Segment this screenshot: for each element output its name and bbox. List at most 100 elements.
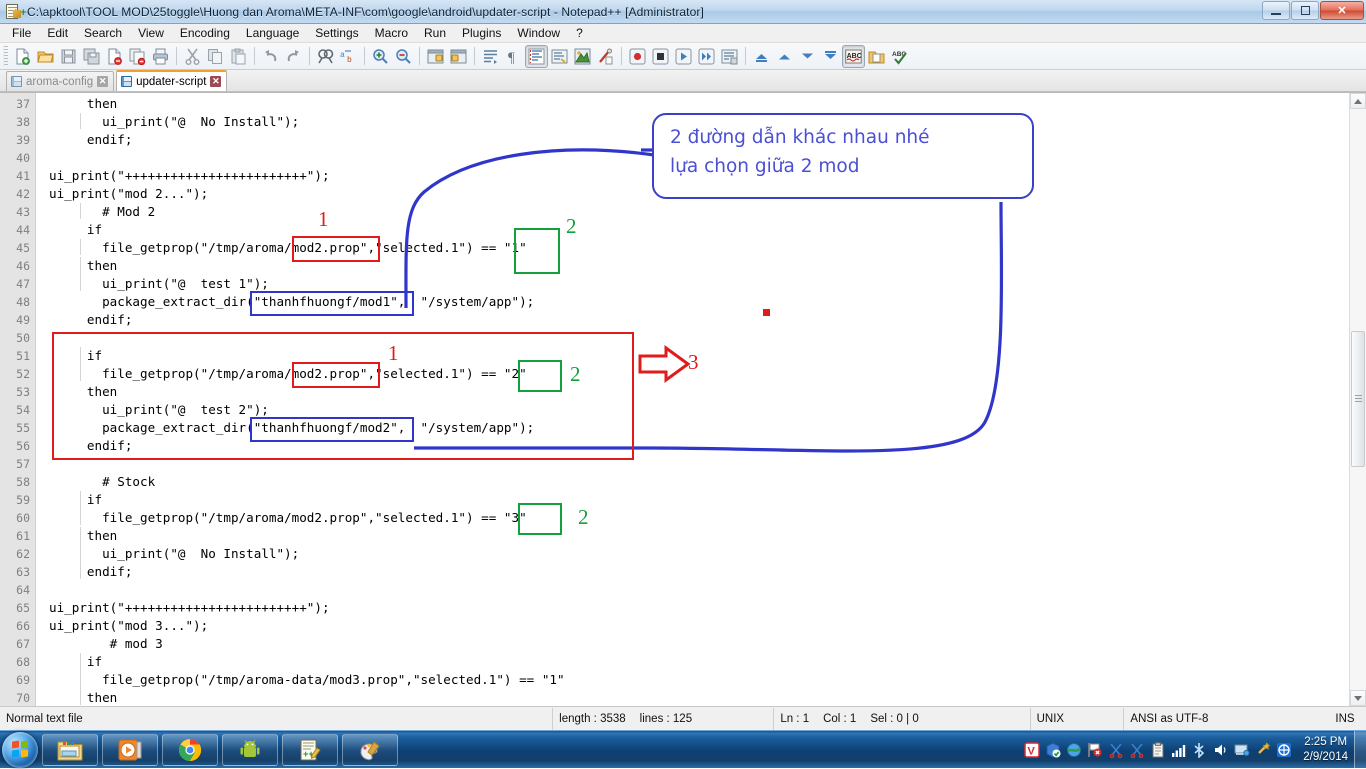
redo-icon[interactable] xyxy=(282,45,305,68)
menu-search[interactable]: Search xyxy=(76,24,130,42)
line-number: 45 xyxy=(16,241,30,255)
play-macro-icon[interactable] xyxy=(672,45,695,68)
spell-check-tick-icon[interactable]: ABC xyxy=(888,45,911,68)
tab-close-icon[interactable]: ✕ xyxy=(97,76,109,87)
last-bookmark-icon[interactable] xyxy=(819,45,842,68)
cut-icon[interactable] xyxy=(181,45,204,68)
toolbar-grip[interactable] xyxy=(3,45,8,67)
taskbar-paint[interactable] xyxy=(342,733,398,766)
bluetooth-icon[interactable] xyxy=(1192,742,1208,759)
menu-plugins[interactable]: Plugins xyxy=(454,24,509,42)
menu-language[interactable]: Language xyxy=(238,24,307,42)
taskbar-clock[interactable]: 2:25 PM 2/9/2014 xyxy=(1303,731,1348,769)
teamviewer-icon[interactable] xyxy=(1276,742,1292,758)
menu-view[interactable]: View xyxy=(130,24,172,42)
network-icon[interactable] xyxy=(1234,742,1250,758)
tab-updater-script[interactable]: updater-script ✕ xyxy=(116,70,228,91)
tab-aroma-config[interactable]: aroma-config ✕ xyxy=(6,71,115,91)
menu-macro[interactable]: Macro xyxy=(367,24,416,42)
save-icon[interactable] xyxy=(57,45,80,68)
updater-globe-icon[interactable] xyxy=(1066,742,1082,758)
new-file-icon[interactable] xyxy=(11,45,34,68)
start-button[interactable] xyxy=(2,731,38,768)
line-number: 56 xyxy=(16,439,30,453)
user-defined-dialog-icon[interactable] xyxy=(571,45,594,68)
close-all-icon[interactable] xyxy=(126,45,149,68)
close-button[interactable]: ✕ xyxy=(1320,1,1364,20)
toolbar-separator xyxy=(621,47,622,65)
sync-vertical-scroll-icon[interactable] xyxy=(424,45,447,68)
menu-edit[interactable]: Edit xyxy=(39,24,76,42)
document-map-icon[interactable] xyxy=(594,45,617,68)
status-ln: Ln : 1 xyxy=(780,712,810,725)
first-bookmark-icon[interactable] xyxy=(750,45,773,68)
menu-settings[interactable]: Settings xyxy=(307,24,366,42)
scissors-red-icon[interactable] xyxy=(1108,742,1124,759)
zoom-out-icon[interactable] xyxy=(392,45,415,68)
paste-icon[interactable] xyxy=(227,45,250,68)
print-icon[interactable] xyxy=(149,45,172,68)
replace-icon[interactable]: ab xyxy=(337,45,360,68)
word-wrap-icon[interactable] xyxy=(479,45,502,68)
antivirus-v-icon[interactable]: V xyxy=(1024,742,1040,758)
flag-error-icon[interactable] xyxy=(1087,742,1103,758)
window-controls: ✕ xyxy=(1262,1,1364,20)
clock-time: 2:25 PM xyxy=(1304,736,1348,748)
menu-file[interactable]: File xyxy=(4,24,39,42)
line-number: 70 xyxy=(16,691,30,705)
show-all-characters-icon[interactable] xyxy=(548,45,571,68)
status-length: length : 3538 xyxy=(559,712,626,725)
line-number: 41 xyxy=(16,169,30,183)
vertical-scrollbar[interactable] xyxy=(1349,93,1366,706)
run-macro-multiple-icon[interactable] xyxy=(695,45,718,68)
package-check-icon[interactable] xyxy=(1045,742,1061,758)
indent-guide-icon[interactable] xyxy=(525,44,548,68)
undo-icon[interactable] xyxy=(259,45,282,68)
next-bookmark-icon[interactable] xyxy=(796,45,819,68)
menu-help[interactable]: ? xyxy=(568,24,591,42)
indent-guide xyxy=(80,347,81,381)
save-all-icon[interactable] xyxy=(80,45,103,68)
taskbar-notepad-plus-plus[interactable]: ++ xyxy=(282,733,338,766)
signal-bars-icon[interactable] xyxy=(1171,742,1187,758)
spell-check-abc-icon[interactable]: ABC xyxy=(842,44,865,68)
taskbar-google-chrome[interactable] xyxy=(162,733,218,766)
pilcrow-icon[interactable]: ¶ xyxy=(502,45,525,68)
wizard-star-icon[interactable] xyxy=(1255,742,1271,758)
status-sel: Sel : 0 | 0 xyxy=(870,712,919,725)
notepadpp-window: ++ C:\apktool\TOOL MOD\25toggle\Huong da… xyxy=(0,0,1366,769)
scissors-red-2-icon[interactable] xyxy=(1129,742,1145,759)
menu-window[interactable]: Window xyxy=(509,24,568,42)
previous-bookmark-icon[interactable] xyxy=(773,45,796,68)
close-file-icon[interactable] xyxy=(103,45,126,68)
taskbar-media-player[interactable] xyxy=(102,733,158,766)
vertical-scroll-thumb[interactable] xyxy=(1351,331,1365,467)
clipboard-icon[interactable] xyxy=(1150,742,1166,758)
scroll-up-arrow-icon[interactable] xyxy=(1350,93,1366,109)
copy-icon[interactable] xyxy=(204,45,227,68)
menu-run[interactable]: Run xyxy=(416,24,454,42)
tab-close-icon[interactable]: ✕ xyxy=(210,76,222,87)
start-record-macro-icon[interactable] xyxy=(626,45,649,68)
scroll-down-arrow-icon[interactable] xyxy=(1350,690,1366,706)
toolbar-separator xyxy=(419,47,420,65)
show-desktop-button[interactable] xyxy=(1354,731,1366,769)
save-macro-icon[interactable] xyxy=(718,45,741,68)
volume-icon[interactable] xyxy=(1213,742,1229,758)
fold-margin[interactable] xyxy=(37,93,49,706)
document-folder-icon[interactable] xyxy=(865,45,888,68)
taskbar-windows-explorer[interactable] xyxy=(42,733,98,766)
minimize-button[interactable] xyxy=(1262,1,1290,20)
restore-button[interactable] xyxy=(1291,1,1319,20)
find-icon[interactable] xyxy=(314,45,337,68)
zoom-in-icon[interactable] xyxy=(369,45,392,68)
taskbar-android-sdk[interactable] xyxy=(222,733,278,766)
open-file-icon[interactable] xyxy=(34,45,57,68)
code-line: package_extract_dir("thanhfhuongf/mod2",… xyxy=(49,420,535,435)
stop-record-macro-icon[interactable] xyxy=(649,45,672,68)
status-caret-position: Ln : 1 Col : 1 Sel : 0 | 0 xyxy=(774,707,1031,730)
menu-encoding[interactable]: Encoding xyxy=(172,24,238,42)
code-line: if xyxy=(49,654,103,669)
sync-horizontal-scroll-icon[interactable] xyxy=(447,45,470,68)
tool-bar: ab ¶ ABC ABC xyxy=(0,43,1366,70)
